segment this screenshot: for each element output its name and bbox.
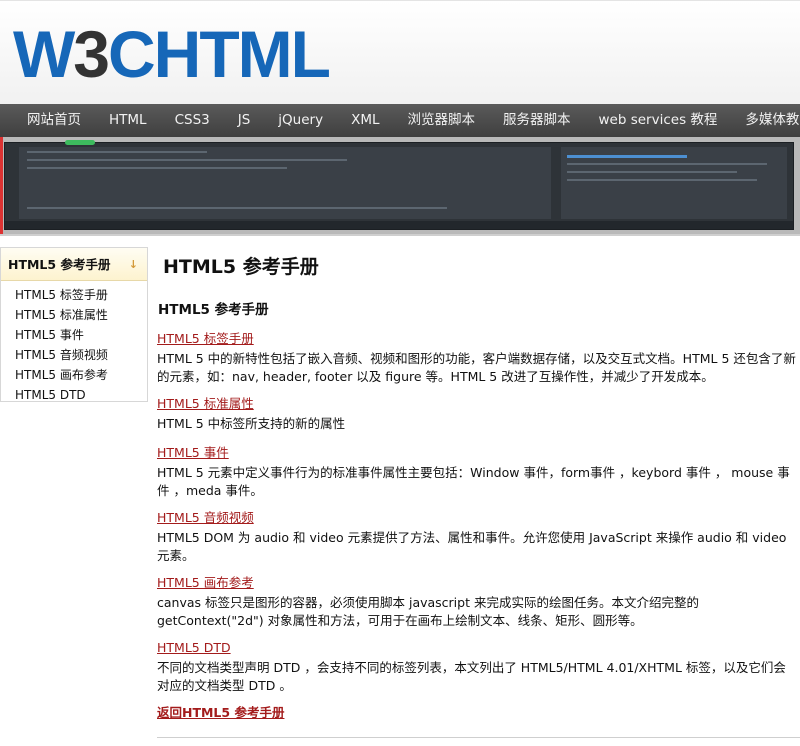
sidebar-item-events[interactable]: HTML5 事件 bbox=[1, 325, 147, 345]
sidebar-item-tags[interactable]: HTML5 标签手册 bbox=[1, 285, 147, 305]
entry-canvas: HTML5 画布参考 canvas 标签只是图形的容器，必须使用脚本 javas… bbox=[157, 574, 797, 630]
banner-screenshot bbox=[4, 140, 794, 230]
entry-desc-attributes: HTML 5 中标签所支持的新的属性 bbox=[157, 416, 346, 431]
entry-events: HTML5 事件 HTML 5 元素中定义事件行为的标准事件属性主要包括：Win… bbox=[157, 444, 797, 500]
logo-3: 3 bbox=[73, 17, 110, 91]
sidebar-item-attributes[interactable]: HTML5 标准属性 bbox=[1, 305, 147, 325]
entry-link-events[interactable]: HTML5 事件 bbox=[157, 444, 797, 462]
entry-link-dtd[interactable]: HTML5 DTD bbox=[157, 639, 797, 657]
nav-item-jquery[interactable]: jQuery bbox=[264, 104, 337, 137]
sidebar-title: HTML5 参考手册 bbox=[8, 257, 111, 272]
nav-item-multimedia[interactable]: 多媒体教 bbox=[731, 104, 800, 137]
banner-pane-left bbox=[19, 147, 551, 219]
main-content: HTML5 参考手册 HTML5 参考手册 HTML5 标签手册 HTML 5 … bbox=[157, 254, 797, 720]
sidebar-item-canvas[interactable]: HTML5 画布参考 bbox=[1, 365, 147, 385]
nav-item-server-script[interactable]: 服务器脚本 bbox=[489, 104, 585, 137]
main-nav: 网站首页 HTML CSS3 JS jQuery XML 浏览器脚本 服务器脚本… bbox=[0, 104, 800, 137]
entry-audio-video: HTML5 音频视频 HTML5 DOM 为 audio 和 video 元素提… bbox=[157, 509, 797, 565]
nav-item-browser-script[interactable]: 浏览器脚本 bbox=[394, 104, 490, 137]
entry-dtd: HTML5 DTD 不同的文档类型声明 DTD ，会支持不同的标签列表，本文列出… bbox=[157, 639, 797, 695]
entry-desc-tags: HTML 5 中的新特性包括了嵌入音频、视频和图形的功能，客户端数据存储，以及交… bbox=[157, 351, 796, 384]
sidebar-list: HTML5 标签手册 HTML5 标准属性 HTML5 事件 HTML5 音频视… bbox=[1, 281, 147, 405]
nav-item-html[interactable]: HTML bbox=[95, 104, 161, 137]
w3chtml-logo[interactable]: W3CHTML bbox=[13, 21, 331, 87]
logo-w: W bbox=[13, 17, 75, 91]
divider bbox=[157, 737, 800, 738]
entry-desc-dtd: 不同的文档类型声明 DTD ，会支持不同的标签列表，本文列出了 HTML5/HT… bbox=[157, 660, 786, 693]
nav-item-xml[interactable]: XML bbox=[337, 104, 393, 137]
nav-item-css3[interactable]: CSS3 bbox=[161, 104, 224, 137]
entry-link-attributes[interactable]: HTML5 标准属性 bbox=[157, 395, 797, 413]
nav-item-web-services[interactable]: web services 教程 bbox=[585, 104, 732, 137]
entry-tags: HTML5 标签手册 HTML 5 中的新特性包括了嵌入音频、视频和图形的功能，… bbox=[157, 330, 797, 386]
banner-dots bbox=[65, 140, 95, 145]
banner-pane-right bbox=[561, 147, 787, 219]
banner-accent bbox=[0, 137, 3, 234]
entry-link-canvas[interactable]: HTML5 画布参考 bbox=[157, 574, 797, 592]
sidebar-item-dtd[interactable]: HTML5 DTD bbox=[1, 385, 147, 405]
logo-chtml: CHTML bbox=[108, 17, 331, 91]
entry-link-audio-video[interactable]: HTML5 音频视频 bbox=[157, 509, 797, 527]
sidebar-item-audio-video[interactable]: HTML5 音频视频 bbox=[1, 345, 147, 365]
site-header: W3CHTML bbox=[0, 0, 800, 104]
banner-status-bar bbox=[5, 221, 793, 229]
entry-link-tags[interactable]: HTML5 标签手册 bbox=[157, 330, 797, 348]
entry-attributes: HTML5 标准属性 HTML 5 中标签所支持的新的属性 bbox=[157, 395, 797, 433]
back-link[interactable]: 返回HTML5 参考手册 bbox=[157, 702, 284, 721]
nav-item-home[interactable]: 网站首页 bbox=[0, 104, 95, 137]
entry-desc-canvas: canvas 标签只是图形的容器，必须使用脚本 javascript 来完成实际… bbox=[157, 595, 699, 628]
sidebar-header[interactable]: HTML5 参考手册 ↓ bbox=[1, 248, 147, 281]
section-title: HTML5 参考手册 bbox=[158, 302, 269, 318]
nav-item-js[interactable]: JS bbox=[224, 104, 265, 137]
page-title: HTML5 参考手册 bbox=[163, 256, 319, 278]
entry-desc-audio-video: HTML5 DOM 为 audio 和 video 元素提供了方法、属性和事件。… bbox=[157, 530, 787, 563]
banner-image bbox=[0, 137, 800, 236]
entry-desc-events: HTML 5 元素中定义事件行为的标准事件属性主要包括：Window 事件，fo… bbox=[157, 465, 790, 498]
sidebar: HTML5 参考手册 ↓ HTML5 标签手册 HTML5 标准属性 HTML5… bbox=[0, 247, 148, 402]
chevron-down-icon[interactable]: ↓ bbox=[129, 248, 138, 281]
